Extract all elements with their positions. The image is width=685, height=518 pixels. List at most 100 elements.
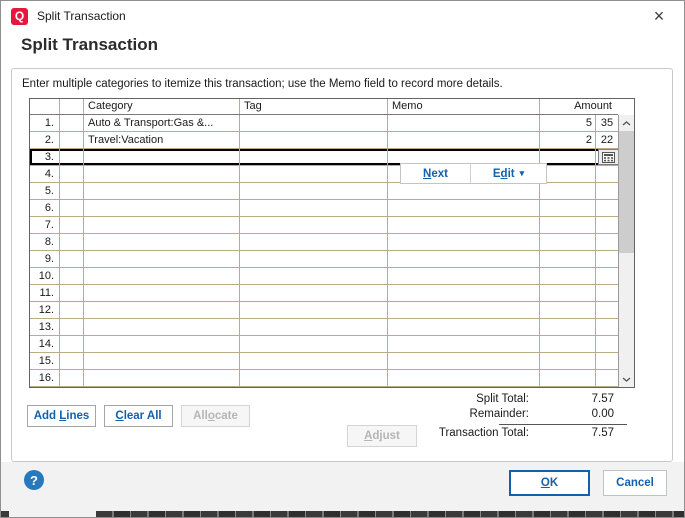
table-row[interactable]: 2. Travel:Vacation 2 22 [30, 132, 618, 149]
flag-cell[interactable] [60, 166, 84, 182]
memo-cell[interactable] [388, 319, 540, 335]
memo-cell[interactable] [388, 132, 540, 148]
category-cell[interactable] [84, 234, 240, 250]
memo-cell[interactable] [388, 370, 540, 386]
flag-cell[interactable] [60, 234, 84, 250]
table-row[interactable]: 5. [30, 183, 618, 200]
amount-cents-cell[interactable] [596, 217, 618, 233]
amount-cents-cell[interactable] [596, 166, 618, 182]
amount-dollars-cell[interactable] [540, 234, 596, 250]
amount-cents-cell[interactable]: 35 [596, 115, 618, 131]
flag-cell[interactable] [60, 115, 84, 131]
flag-cell[interactable] [60, 217, 84, 233]
amount-dollars-cell[interactable] [540, 183, 596, 199]
scrollbar-thumb[interactable] [619, 131, 634, 253]
category-cell[interactable] [84, 336, 240, 352]
table-row[interactable]: 9. [30, 251, 618, 268]
scroll-up-button[interactable] [619, 115, 634, 131]
vertical-scrollbar[interactable] [618, 115, 634, 387]
flag-cell[interactable] [60, 132, 84, 148]
scroll-down-button[interactable] [619, 371, 634, 387]
tag-cell[interactable] [240, 370, 388, 386]
tag-cell[interactable] [240, 183, 388, 199]
table-row[interactable]: 11. [30, 285, 618, 302]
flag-cell[interactable] [60, 149, 84, 165]
category-cell[interactable] [84, 251, 240, 267]
close-icon[interactable]: × [644, 4, 674, 28]
amount-cents-cell[interactable] [596, 336, 618, 352]
table-row[interactable]: 15. [30, 353, 618, 370]
amount-dollars-cell[interactable] [540, 166, 596, 182]
flag-cell[interactable] [60, 200, 84, 216]
category-cell[interactable] [84, 183, 240, 199]
tag-cell[interactable] [240, 353, 388, 369]
amount-dollars-cell[interactable] [540, 370, 596, 386]
tag-cell[interactable] [240, 166, 388, 182]
flag-cell[interactable] [60, 285, 84, 301]
amount-cents-cell[interactable] [596, 353, 618, 369]
category-cell[interactable] [84, 166, 240, 182]
amount-dollars-cell[interactable] [540, 336, 596, 352]
amount-cents-cell[interactable] [596, 251, 618, 267]
memo-cell[interactable] [388, 285, 540, 301]
table-row[interactable]: 14. [30, 336, 618, 353]
edit-button[interactable]: Edit ▾ [471, 164, 546, 183]
calculator-button[interactable] [598, 149, 618, 165]
amount-cents-cell[interactable] [596, 183, 618, 199]
table-row[interactable]: 12. [30, 302, 618, 319]
category-cell[interactable] [84, 302, 240, 318]
cancel-button[interactable]: Cancel [603, 470, 667, 496]
next-button[interactable]: Next [401, 164, 471, 183]
allocate-button[interactable]: Allocate [181, 405, 250, 427]
amount-dollars-cell[interactable] [540, 200, 596, 216]
amount-cents-cell[interactable] [596, 268, 618, 284]
flag-cell[interactable] [60, 183, 84, 199]
flag-cell[interactable] [60, 370, 84, 386]
amount-dollars-cell[interactable] [540, 217, 596, 233]
amount-cents-cell[interactable] [596, 370, 618, 386]
tag-cell[interactable] [240, 149, 388, 165]
table-row[interactable]: 16. [30, 370, 618, 387]
memo-cell[interactable] [388, 217, 540, 233]
amount-cents-cell[interactable] [596, 319, 618, 335]
tag-cell[interactable] [240, 251, 388, 267]
flag-cell[interactable] [60, 353, 84, 369]
add-lines-button[interactable]: Add Lines [27, 405, 96, 427]
category-cell[interactable]: Auto & Transport:Gas &... [84, 115, 240, 131]
category-cell[interactable] [84, 353, 240, 369]
table-row[interactable]: 7. [30, 217, 618, 234]
amount-dollars-cell[interactable]: 5 [540, 115, 596, 131]
tag-cell[interactable] [240, 234, 388, 250]
flag-cell[interactable] [60, 336, 84, 352]
amount-cents-cell[interactable] [596, 302, 618, 318]
amount-dollars-cell[interactable] [540, 302, 596, 318]
category-cell[interactable] [84, 217, 240, 233]
amount-dollars-cell[interactable] [540, 285, 596, 301]
memo-cell[interactable] [388, 302, 540, 318]
memo-cell[interactable] [388, 268, 540, 284]
tag-cell[interactable] [240, 115, 388, 131]
table-row[interactable]: 8. [30, 234, 618, 251]
tag-cell[interactable] [240, 302, 388, 318]
memo-cell[interactable] [388, 183, 540, 199]
tag-cell[interactable] [240, 285, 388, 301]
flag-cell[interactable] [60, 319, 84, 335]
tag-cell[interactable] [240, 336, 388, 352]
memo-cell[interactable] [388, 234, 540, 250]
help-button[interactable]: ? [24, 470, 44, 490]
memo-cell[interactable] [388, 251, 540, 267]
tag-cell[interactable] [240, 268, 388, 284]
tag-cell[interactable] [240, 217, 388, 233]
table-row[interactable]: 13. [30, 319, 618, 336]
amount-dollars-cell[interactable] [540, 353, 596, 369]
memo-cell[interactable] [388, 336, 540, 352]
flag-cell[interactable] [60, 268, 84, 284]
amount-cents-cell[interactable] [596, 285, 618, 301]
amount-dollars-cell[interactable] [540, 268, 596, 284]
amount-dollars-cell[interactable]: 2 [540, 132, 596, 148]
amount-cents-cell[interactable]: 22 [596, 132, 618, 148]
category-cell[interactable] [84, 319, 240, 335]
amount-cents-cell[interactable] [596, 234, 618, 250]
clear-all-button[interactable]: Clear All [104, 405, 173, 427]
tag-cell[interactable] [240, 132, 388, 148]
